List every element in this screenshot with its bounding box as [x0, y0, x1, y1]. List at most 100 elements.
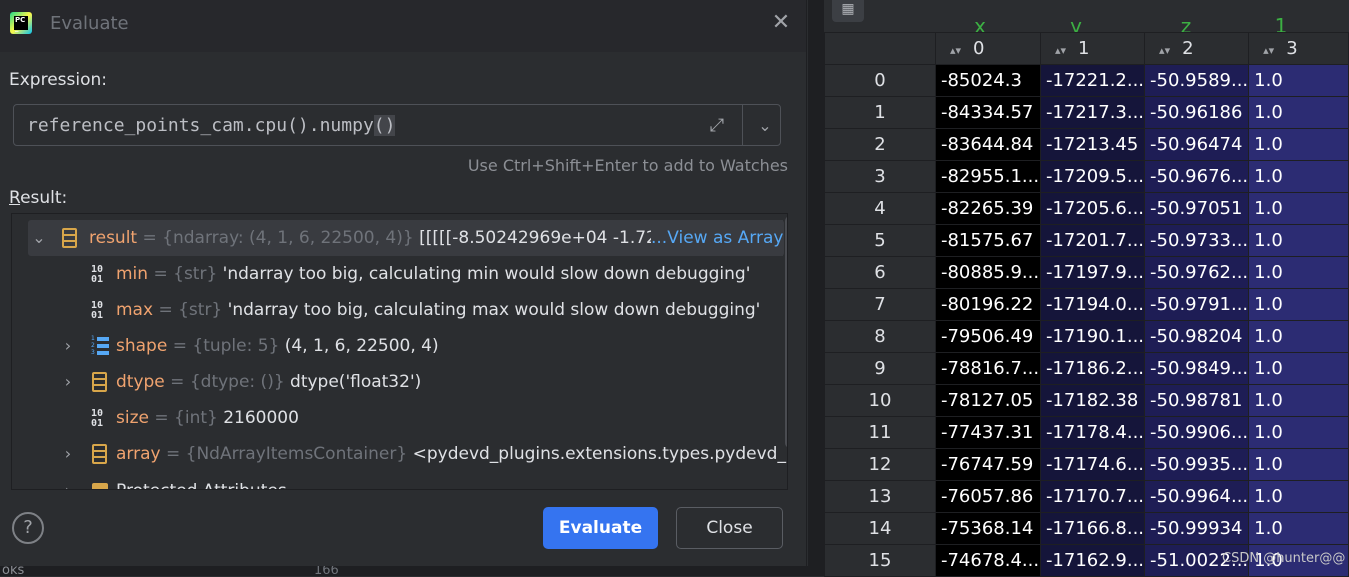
- row-index-cell[interactable]: 6: [824, 256, 936, 289]
- row-index-cell[interactable]: 0: [824, 64, 936, 97]
- row-index-cell[interactable]: 11: [824, 416, 936, 449]
- table-cell[interactable]: 1.0: [1248, 96, 1349, 129]
- column-header-3[interactable]: ▴▾ 3: [1248, 32, 1349, 65]
- chevron-right-icon[interactable]: ›: [59, 364, 77, 400]
- table-cell[interactable]: -17190.1...: [1039, 320, 1146, 353]
- column-header-0[interactable]: ▴▾ 0: [934, 32, 1041, 65]
- table-cell[interactable]: -50.9935...: [1144, 448, 1250, 481]
- close-icon[interactable]: ✕: [768, 10, 794, 36]
- table-cell[interactable]: -80196.22: [934, 288, 1041, 321]
- table-cell[interactable]: -78816.7...: [934, 352, 1041, 385]
- table-cell[interactable]: -85024.3: [934, 64, 1041, 97]
- table-cell[interactable]: -17174.6...: [1039, 448, 1146, 481]
- dialog-titlebar[interactable]: PC _ Evaluate ✕: [0, 0, 806, 52]
- table-cell[interactable]: -50.9964...: [1144, 480, 1250, 513]
- table-cell[interactable]: -17194.0...: [1039, 288, 1146, 321]
- table-cell[interactable]: -79506.49: [934, 320, 1041, 353]
- table-cell[interactable]: -75368.14: [934, 512, 1041, 545]
- table-cell[interactable]: -84334.57: [934, 96, 1041, 129]
- column-header-1[interactable]: ▴▾ 1: [1039, 32, 1146, 65]
- row-index-cell[interactable]: 15: [824, 544, 936, 577]
- expression-text[interactable]: reference_points_cam.cpu().numpy(): [27, 115, 396, 136]
- table-cell[interactable]: -17166.8...: [1039, 512, 1146, 545]
- table-cell[interactable]: -17217.3...: [1039, 96, 1146, 129]
- table-cell[interactable]: 1.0: [1248, 288, 1349, 321]
- table-cell[interactable]: -50.97051: [1144, 192, 1250, 225]
- table-row[interactable]: 8 -79506.49 -17190.1... -50.98204 1.0: [824, 320, 1349, 353]
- table-cell[interactable]: -17221.2...: [1039, 64, 1146, 97]
- tree-row-result[interactable]: ⌄ result = {ndarray: (4, 1, 6, 22500, 4)…: [28, 220, 784, 256]
- row-index-cell[interactable]: 7: [824, 288, 936, 321]
- table-cell[interactable]: 1.0: [1248, 480, 1349, 513]
- row-index-cell[interactable]: 9: [824, 352, 936, 385]
- row-index-cell[interactable]: 5: [824, 224, 936, 257]
- grid-layout-icon[interactable]: ▦: [832, 0, 864, 22]
- table-cell[interactable]: 1.0: [1248, 352, 1349, 385]
- table-cell[interactable]: 1.0: [1248, 512, 1349, 545]
- tree-row-size[interactable]: 10 01 size = {int} 2160000: [12, 400, 772, 436]
- table-cell[interactable]: -82265.39: [934, 192, 1041, 225]
- table-cell[interactable]: -17170.7...: [1039, 480, 1146, 513]
- table-row[interactable]: 13 -76057.86 -17170.7... -50.9964... 1.0: [824, 480, 1349, 513]
- tree-row-max[interactable]: 10 01 max = {str} 'ndarray too big, calcu…: [12, 292, 772, 328]
- table-cell[interactable]: -50.96474: [1144, 128, 1250, 161]
- evaluate-button[interactable]: Evaluate: [543, 507, 658, 549]
- table-cell[interactable]: -50.9589...: [1144, 64, 1250, 97]
- data-grid[interactable]: ▴▾ 0 ▴▾ 1 ▴▾ 2 ▴▾ 3 0 -85024.3 -17221.2... -50.…: [824, 32, 1349, 577]
- table-row[interactable]: 4 -82265.39 -17205.6... -50.97051 1.0: [824, 192, 1349, 225]
- table-cell[interactable]: -17178.4...: [1039, 416, 1146, 449]
- table-cell[interactable]: -78127.05: [934, 384, 1041, 417]
- sort-icon[interactable]: ▴▾: [1055, 44, 1066, 57]
- view-as-array-link[interactable]: ...View as Array: [651, 220, 784, 256]
- table-cell[interactable]: -80885.9...: [934, 256, 1041, 289]
- chevron-right-icon[interactable]: ›: [59, 473, 77, 489]
- tree-row-min[interactable]: 10 01 min = {str} 'ndarray too big, calcu…: [12, 256, 772, 292]
- table-cell[interactable]: -17182.38: [1039, 384, 1146, 417]
- table-cell[interactable]: -50.99934: [1144, 512, 1250, 545]
- table-row[interactable]: 6 -80885.9... -17197.9... -50.9762... 1.0: [824, 256, 1349, 289]
- row-index-cell[interactable]: 1: [824, 96, 936, 129]
- expand-icon[interactable]: ⤢: [704, 114, 730, 138]
- table-cell[interactable]: -50.96186: [1144, 96, 1250, 129]
- table-row[interactable]: 1 -84334.57 -17217.3... -50.96186 1.0: [824, 96, 1349, 129]
- tree-row-protected-attributes[interactable]: › Protected Attributes: [12, 473, 772, 489]
- table-cell[interactable]: -50.98781: [1144, 384, 1250, 417]
- table-cell[interactable]: -17205.6...: [1039, 192, 1146, 225]
- table-row[interactable]: 3 -82955.1... -17209.5... -50.9676... 1.0: [824, 160, 1349, 193]
- table-cell[interactable]: -17197.9...: [1039, 256, 1146, 289]
- table-cell[interactable]: 1.0: [1248, 64, 1349, 97]
- row-index-cell[interactable]: 4: [824, 192, 936, 225]
- table-cell[interactable]: -50.9791...: [1144, 288, 1250, 321]
- table-cell[interactable]: 1.0: [1248, 256, 1349, 289]
- table-row[interactable]: 10 -78127.05 -17182.38 -50.98781 1.0: [824, 384, 1349, 417]
- chevron-down-icon[interactable]: ⌄: [752, 114, 778, 138]
- table-cell[interactable]: 1.0: [1248, 416, 1349, 449]
- row-index-cell[interactable]: 14: [824, 512, 936, 545]
- row-index-cell[interactable]: 10: [824, 384, 936, 417]
- table-cell[interactable]: -77437.31: [934, 416, 1041, 449]
- table-cell[interactable]: -74678.4...: [934, 544, 1041, 577]
- table-cell[interactable]: -50.98204: [1144, 320, 1250, 353]
- result-tree[interactable]: ⌄ result = {ndarray: (4, 1, 6, 22500, 4)…: [11, 213, 788, 490]
- table-cell[interactable]: 1.0: [1248, 448, 1349, 481]
- chevron-right-icon[interactable]: ›: [59, 436, 77, 472]
- table-row[interactable]: 7 -80196.22 -17194.0... -50.9791... 1.0: [824, 288, 1349, 321]
- table-cell[interactable]: -17209.5...: [1039, 160, 1146, 193]
- table-cell[interactable]: -50.9762...: [1144, 256, 1250, 289]
- table-row[interactable]: 5 -81575.67 -17201.7... -50.9733... 1.0: [824, 224, 1349, 257]
- tree-row-array[interactable]: › array = {NdArrayItemsContainer} <pydev…: [12, 436, 786, 472]
- table-row[interactable]: 0 -85024.3 -17221.2... -50.9589... 1.0: [824, 64, 1349, 97]
- table-row[interactable]: 2 -83644.84 -17213.45 -50.96474 1.0: [824, 128, 1349, 161]
- tree-row-dtype[interactable]: › dtype = {dtype: ()} dtype('float32'): [12, 364, 772, 400]
- table-cell[interactable]: -81575.67: [934, 224, 1041, 257]
- table-cell[interactable]: -50.9733...: [1144, 224, 1250, 257]
- table-cell[interactable]: -17186.2...: [1039, 352, 1146, 385]
- row-index-cell[interactable]: 3: [824, 160, 936, 193]
- column-header-2[interactable]: ▴▾ 2: [1144, 32, 1250, 65]
- table-cell[interactable]: 1.0: [1248, 192, 1349, 225]
- table-row[interactable]: 14 -75368.14 -17166.8... -50.99934 1.0: [824, 512, 1349, 545]
- chevron-right-icon[interactable]: ›: [59, 328, 77, 364]
- table-cell[interactable]: -17201.7...: [1039, 224, 1146, 257]
- table-cell[interactable]: 1.0: [1248, 128, 1349, 161]
- table-row[interactable]: 9 -78816.7... -17186.2... -50.9849... 1.0: [824, 352, 1349, 385]
